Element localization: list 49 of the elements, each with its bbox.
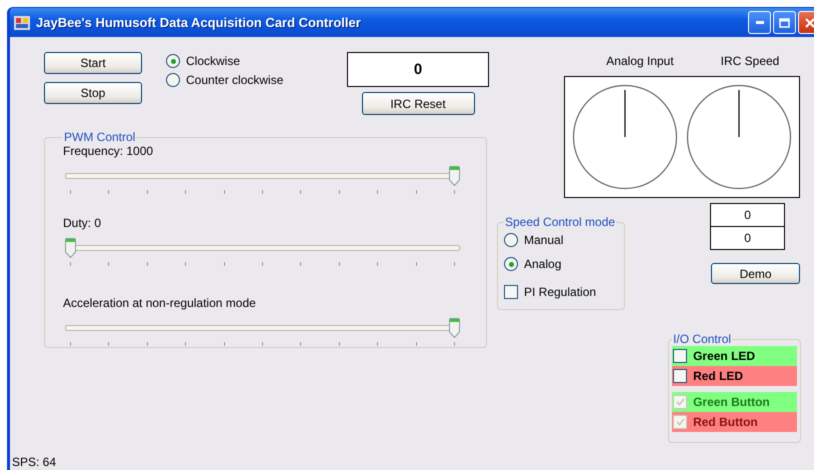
checkbox[interactable] bbox=[673, 349, 688, 363]
radio-button[interactable] bbox=[166, 54, 180, 68]
slider-thumb[interactable] bbox=[65, 238, 76, 258]
radio-button[interactable] bbox=[166, 73, 180, 87]
slider-label: Acceleration at non-regulation mode bbox=[63, 296, 256, 310]
io-checkbox-row[interactable]: Red LED bbox=[672, 366, 798, 386]
checkmark-icon bbox=[676, 398, 685, 406]
demo-button[interactable]: Demo bbox=[711, 263, 800, 284]
slider-label: Duty: 0 bbox=[63, 216, 102, 230]
slider-thumb[interactable] bbox=[449, 318, 460, 338]
checkbox[interactable] bbox=[673, 369, 688, 383]
slider[interactable] bbox=[63, 166, 462, 186]
checkbox-label: Green LED bbox=[693, 349, 756, 363]
slider[interactable] bbox=[63, 238, 462, 258]
window-title: JayBee's Humusoft Data Acquisition Card Controller bbox=[36, 15, 362, 30]
minimize-button[interactable] bbox=[748, 11, 771, 34]
maximize-icon bbox=[779, 18, 790, 28]
gauge-label: IRC Speed bbox=[720, 54, 780, 68]
group-title: Speed Control mode bbox=[504, 215, 616, 229]
checkbox-label: Red Button bbox=[693, 415, 758, 429]
group-title: PWM Control bbox=[63, 130, 136, 144]
checkbox-label: PI Regulation bbox=[524, 285, 596, 299]
slider-label: Frequency: 1000 bbox=[63, 144, 154, 158]
group-title: I/O Control bbox=[672, 332, 732, 346]
io-checkbox-row[interactable]: Green LED bbox=[672, 346, 798, 366]
irc-reset-button[interactable]: IRC Reset bbox=[362, 92, 474, 115]
checkbox[interactable] bbox=[504, 285, 518, 299]
radio-label: Manual bbox=[524, 233, 564, 247]
radio-label: Clockwise bbox=[186, 54, 240, 68]
readout-display: 0 bbox=[710, 203, 786, 227]
gauge-label: Analog Input bbox=[605, 54, 675, 68]
minimize-icon bbox=[756, 21, 764, 24]
counter-display: 0 bbox=[347, 52, 489, 87]
radio-label: Counter clockwise bbox=[186, 73, 284, 87]
checkbox-label: Red LED bbox=[693, 369, 744, 383]
maximize-button[interactable] bbox=[773, 11, 796, 34]
readout-display: 0 bbox=[710, 226, 786, 250]
stop-button[interactable]: Stop bbox=[44, 82, 142, 104]
slider-thumb[interactable] bbox=[449, 166, 460, 186]
radio-button[interactable] bbox=[504, 233, 518, 247]
start-button[interactable]: Start bbox=[44, 52, 142, 74]
app-icon bbox=[14, 16, 30, 30]
close-icon bbox=[804, 18, 814, 28]
checkmark-icon bbox=[676, 418, 685, 426]
slider[interactable] bbox=[63, 318, 462, 338]
status-text: SPS: 64 bbox=[12, 455, 56, 469]
radio-label: Analog bbox=[524, 257, 562, 271]
radio-button[interactable] bbox=[504, 257, 518, 271]
checkbox-label: Green Button bbox=[693, 395, 770, 409]
